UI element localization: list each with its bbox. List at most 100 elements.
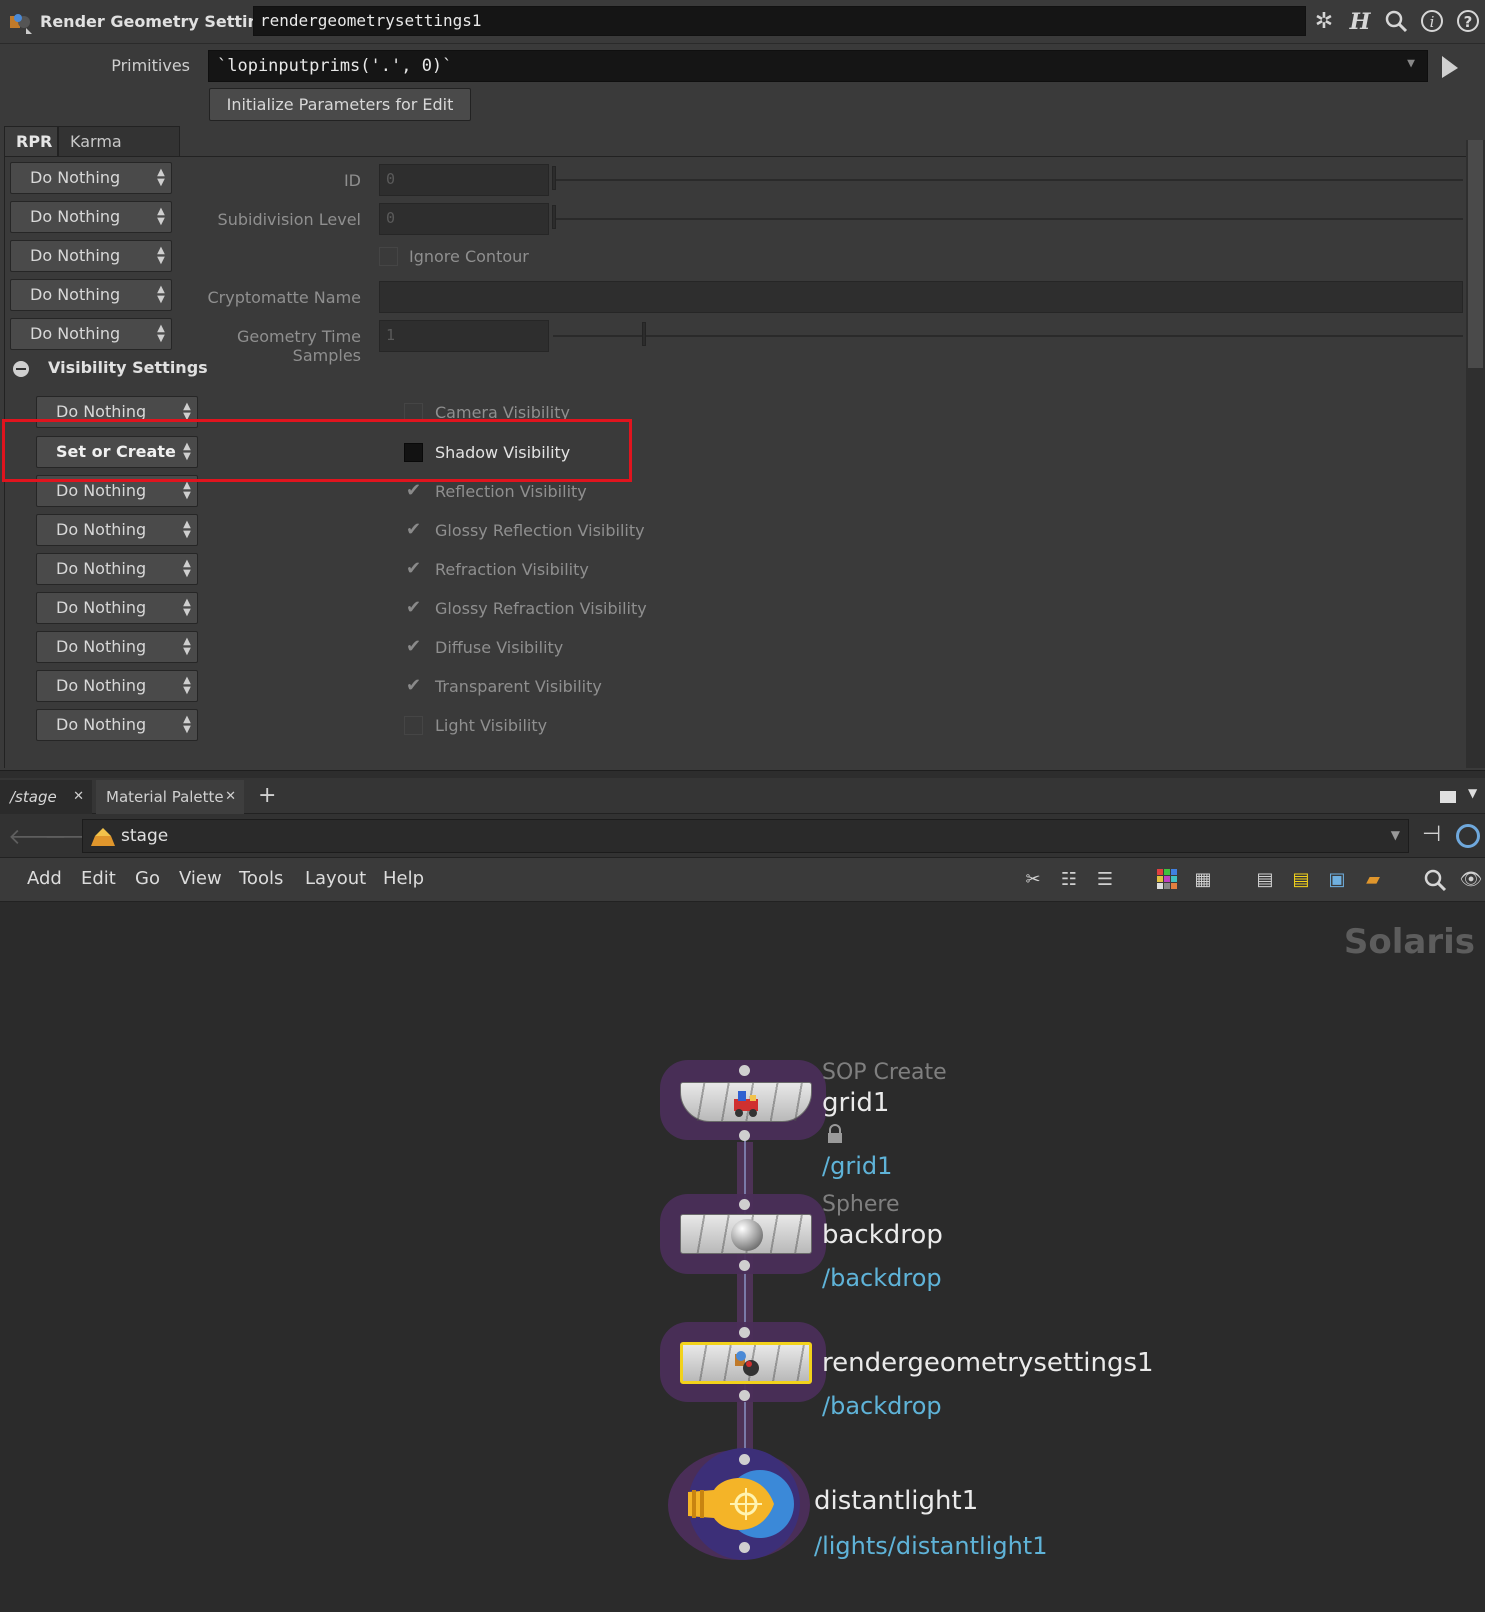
output-port[interactable] bbox=[739, 1130, 750, 1141]
input-port[interactable] bbox=[739, 1065, 750, 1076]
close-icon[interactable]: ✕ bbox=[73, 780, 84, 814]
network-path-field[interactable]: stage ▼ bbox=[82, 819, 1409, 853]
light-visibility-action-dropdown[interactable]: Do Nothing ▲ ▼ bbox=[36, 709, 198, 741]
chevron-down-icon[interactable]: ▼ bbox=[1468, 786, 1477, 800]
menu-layout[interactable]: Layout bbox=[305, 868, 366, 889]
output-port[interactable] bbox=[739, 1390, 750, 1401]
search-icon[interactable] bbox=[1382, 8, 1410, 36]
node-name-label[interactable]: backdrop bbox=[822, 1220, 943, 1250]
visibility-settings-header[interactable]: Visibility Settings bbox=[48, 358, 208, 377]
primitives-field[interactable]: `lopinputprims('.', 0)` ▼ bbox=[208, 50, 1428, 82]
time-samples-slider-handle[interactable] bbox=[642, 322, 646, 346]
tab-stage[interactable]: /stage ✕ bbox=[0, 780, 92, 814]
network-canvas[interactable]: Solaris SOP Create grid1 /grid1 Sphere b… bbox=[0, 902, 1485, 1612]
input-port[interactable] bbox=[739, 1454, 750, 1465]
scrollbar[interactable] bbox=[1466, 140, 1485, 768]
node-name-field[interactable]: rendergeometrysettings1 bbox=[253, 6, 1306, 36]
background-image-icon[interactable]: ▣ bbox=[1324, 868, 1350, 892]
chevron-down-icon[interactable]: ▼ bbox=[1407, 56, 1415, 71]
menu-tools[interactable]: Tools bbox=[239, 868, 283, 889]
subdivision-level-field[interactable]: 0 bbox=[379, 203, 549, 235]
subdivision-slider-handle[interactable] bbox=[552, 205, 556, 229]
menu-add[interactable]: Add bbox=[27, 868, 62, 889]
glossy-refraction-visibility-checkbox[interactable]: ✔ bbox=[404, 599, 423, 618]
subdivision-slider[interactable] bbox=[553, 218, 1463, 220]
link-target-icon[interactable] bbox=[1456, 824, 1480, 848]
add-tab-icon[interactable]: + bbox=[258, 780, 276, 812]
output-port[interactable] bbox=[739, 1260, 750, 1271]
node-name-label[interactable]: rendergeometrysettings1 bbox=[822, 1348, 1154, 1378]
gear-icon[interactable]: ✲ bbox=[1310, 8, 1338, 36]
updown-arrows-icon: ▲ ▼ bbox=[157, 206, 165, 227]
menu-go[interactable]: Go bbox=[135, 868, 160, 889]
houdini-help-icon[interactable]: H bbox=[1346, 8, 1374, 36]
time-samples-slider[interactable] bbox=[553, 335, 1463, 337]
package-icon[interactable]: ▰ bbox=[1360, 868, 1386, 892]
eye-icon[interactable]: 👁 bbox=[1458, 868, 1484, 892]
reflection-visibility-checkbox[interactable]: ✔ bbox=[404, 482, 423, 501]
close-icon[interactable]: ✕ bbox=[225, 780, 236, 814]
refraction-visibility-action-dropdown[interactable]: Do Nothing ▲ ▼ bbox=[36, 553, 198, 585]
pane-layout-icon[interactable] bbox=[1440, 791, 1456, 803]
node-name-label[interactable]: grid1 bbox=[822, 1088, 889, 1118]
chevron-down-icon[interactable]: ▼ bbox=[1391, 828, 1400, 842]
transparent-visibility-checkbox[interactable]: ✔ bbox=[404, 677, 423, 696]
id-field[interactable]: 0 bbox=[379, 164, 549, 196]
transparent-visibility-action-dropdown[interactable]: Do Nothing ▲ ▼ bbox=[36, 670, 198, 702]
node-backdrop[interactable] bbox=[680, 1214, 812, 1254]
scrollbar-thumb[interactable] bbox=[1468, 140, 1483, 368]
grid-layout-icon[interactable]: ▦ bbox=[1190, 868, 1216, 892]
pin-icon[interactable]: ⊣ bbox=[1422, 822, 1441, 847]
primitives-value: `lopinputprims('.', 0)` bbox=[217, 56, 453, 76]
node-name-label[interactable]: distantlight1 bbox=[814, 1486, 978, 1516]
id-slider[interactable] bbox=[553, 179, 1463, 181]
diffuse-visibility-checkbox[interactable]: ✔ bbox=[404, 638, 423, 657]
updown-arrows-icon: ▲ ▼ bbox=[157, 245, 165, 266]
glossy-refraction-visibility-action-dropdown[interactable]: Do Nothing ▲ ▼ bbox=[36, 592, 198, 624]
subdivision-action-dropdown[interactable]: Do Nothing ▲ ▼ bbox=[10, 201, 172, 233]
time-samples-action-dropdown[interactable]: Do Nothing ▲ ▼ bbox=[10, 318, 172, 350]
menu-edit[interactable]: Edit bbox=[81, 868, 116, 889]
cryptomatte-name-field[interactable] bbox=[379, 281, 1463, 313]
question-icon[interactable]: ? bbox=[1454, 8, 1482, 36]
initialize-parameters-button[interactable]: Initialize Parameters for Edit bbox=[209, 88, 471, 121]
network-box-icon[interactable]: ▤ bbox=[1252, 868, 1278, 892]
select-arrow-icon[interactable] bbox=[1440, 54, 1460, 80]
glossy-reflection-visibility-action-dropdown[interactable]: Do Nothing ▲ ▼ bbox=[36, 514, 198, 546]
sticky-note-icon[interactable]: ▤ bbox=[1288, 868, 1314, 892]
node-distantlight1[interactable] bbox=[684, 1468, 804, 1540]
input-port[interactable] bbox=[739, 1199, 750, 1210]
ignore-contour-checkbox[interactable] bbox=[379, 247, 398, 266]
color-palette-icon[interactable] bbox=[1154, 868, 1180, 892]
menu-help[interactable]: Help bbox=[383, 868, 424, 889]
light-visibility-checkbox[interactable] bbox=[404, 716, 423, 735]
diffuse-visibility-action-dropdown[interactable]: Do Nothing ▲ ▼ bbox=[36, 631, 198, 663]
list-view-icon[interactable]: ☰ bbox=[1092, 868, 1118, 892]
refraction-visibility-checkbox[interactable]: ✔ bbox=[404, 560, 423, 579]
tab-karma[interactable]: Karma (Beta) bbox=[58, 126, 180, 181]
id-slider-handle[interactable] bbox=[552, 166, 556, 190]
cryptomatte-action-dropdown[interactable]: Do Nothing ▲ ▼ bbox=[10, 279, 172, 311]
id-action-dropdown[interactable]: Do Nothing ▲ ▼ bbox=[10, 162, 172, 194]
tab-material-palette[interactable]: Material Palette ✕ bbox=[96, 780, 244, 814]
menu-view[interactable]: View bbox=[179, 868, 222, 889]
tab-rpr[interactable]: RPR bbox=[4, 126, 58, 156]
ignore-contour-action-dropdown[interactable]: Do Nothing ▲ ▼ bbox=[10, 240, 172, 272]
geometry-time-samples-field[interactable]: 1 bbox=[379, 320, 549, 352]
network-path-label: stage bbox=[121, 826, 169, 846]
input-port[interactable] bbox=[739, 1327, 750, 1338]
output-port[interactable] bbox=[739, 1542, 750, 1553]
node-grid1[interactable] bbox=[680, 1082, 812, 1122]
glossy-reflection-visibility-checkbox[interactable]: ✔ bbox=[404, 521, 423, 540]
node-type-title: Render Geometry Settings bbox=[40, 12, 280, 31]
pane-divider[interactable] bbox=[0, 770, 1485, 778]
node-prim-path: /lights/distantlight1 bbox=[814, 1532, 1048, 1560]
info-icon[interactable]: i bbox=[1418, 8, 1446, 36]
refraction-visibility-label: Refraction Visibility bbox=[435, 560, 589, 579]
tree-view-icon[interactable]: ☷ bbox=[1056, 868, 1082, 892]
tools-icon[interactable]: ✂ bbox=[1020, 868, 1046, 892]
lock-icon[interactable] bbox=[826, 1124, 844, 1144]
search-icon[interactable] bbox=[1422, 868, 1448, 892]
collapse-icon[interactable] bbox=[13, 361, 29, 377]
node-rendergeometrysettings1[interactable] bbox=[680, 1342, 812, 1384]
